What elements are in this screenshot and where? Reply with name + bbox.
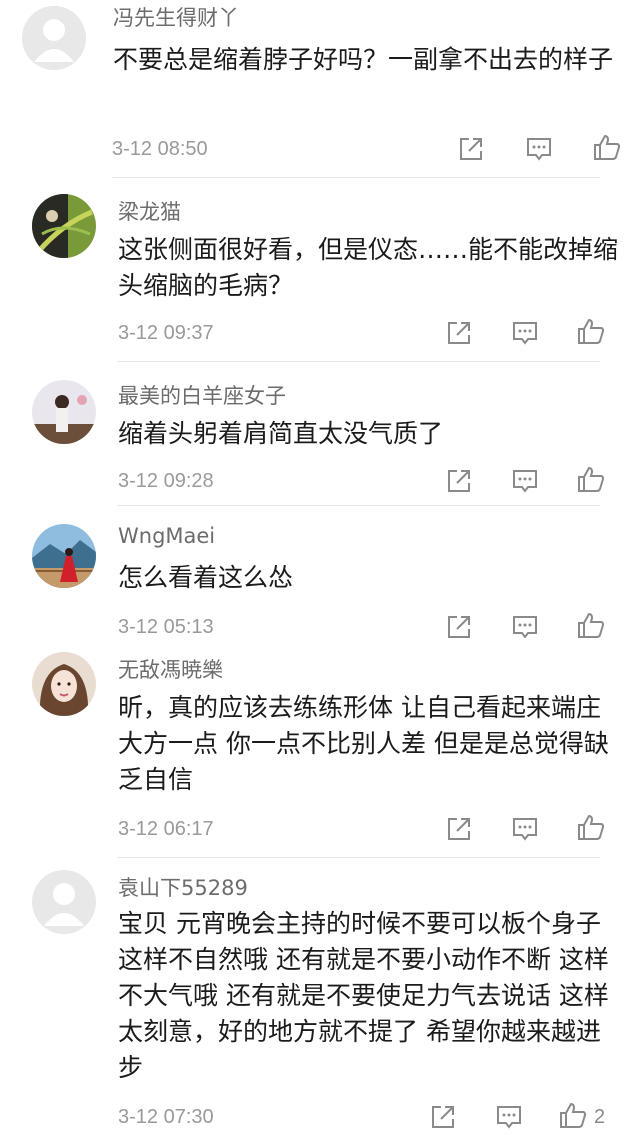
default-avatar-icon <box>22 6 86 70</box>
avatar[interactable] <box>32 380 96 444</box>
like-button[interactable] <box>558 1100 588 1130</box>
comment-text: 不要总是缩着脖子好吗？一副拿不出去的样子 <box>113 45 614 74</box>
reply-button[interactable] <box>494 1102 524 1132</box>
reply-button[interactable] <box>510 318 540 348</box>
reply-icon <box>527 138 551 161</box>
reply-icon <box>513 470 537 493</box>
comment-text: 宝贝 元宵晚会主持的时候不要可以板个身子 这样不自然哦 还有就是不要小动作不断 … <box>118 909 609 1082</box>
comment-text: 昕，真的应该去练练形体 让自己看起来端庄大方一点 你一点不比别人差 但是是总觉得… <box>118 693 609 794</box>
comment-username[interactable]: 梁龙猫 <box>118 196 181 226</box>
thumbs-up-icon <box>594 134 621 160</box>
reply-button[interactable] <box>524 134 554 164</box>
comment-item: 梁龙猫 这张侧面很好看，但是仪态……能不能改掉缩头缩脑的毛病？ 3-12 09:… <box>0 178 640 362</box>
like-button[interactable] <box>576 316 606 346</box>
user-photo-icon <box>32 380 96 444</box>
share-icon <box>432 1106 454 1128</box>
share-button[interactable] <box>444 612 474 638</box>
thumbs-up-icon <box>578 466 605 492</box>
comment-username[interactable]: 袁山下55289 <box>118 872 248 902</box>
thumbs-up-icon <box>560 1102 587 1128</box>
comment-item: 冯先生得财丫 不要总是缩着脖子好吗？一副拿不出去的样子 3-12 08:50 <box>0 0 640 178</box>
avatar[interactable] <box>32 652 96 716</box>
like-button[interactable] <box>576 812 606 842</box>
share-icon <box>448 322 470 344</box>
avatar[interactable] <box>22 6 86 70</box>
comment-time: 3-12 05:13 <box>118 616 214 638</box>
share-button[interactable] <box>444 318 474 348</box>
comment-time: 3-12 06:17 <box>118 818 214 840</box>
reply-button[interactable] <box>510 814 540 844</box>
reply-icon <box>497 1106 521 1129</box>
default-avatar-icon <box>32 870 96 934</box>
like-button[interactable] <box>576 464 606 494</box>
share-icon <box>448 616 470 638</box>
comment-text: 怎么看着这么怂 <box>118 563 294 592</box>
reply-icon <box>513 322 537 345</box>
comment-text: 这张侧面很好看，但是仪态……能不能改掉缩头缩脑的毛病？ <box>118 235 619 300</box>
avatar[interactable] <box>32 194 96 258</box>
comment-username[interactable]: 冯先生得财丫 <box>113 2 239 32</box>
reply-button[interactable] <box>510 612 540 638</box>
share-icon <box>448 470 470 492</box>
comment-time: 3-12 09:37 <box>118 322 214 344</box>
comment-item: 袁山下55289 宝贝 元宵晚会主持的时候不要可以板个身子 这样不自然哦 还有就… <box>0 858 640 1135</box>
share-icon <box>448 818 470 840</box>
share-button[interactable] <box>428 1102 458 1132</box>
user-photo-icon <box>32 652 96 716</box>
user-photo-icon <box>32 524 96 588</box>
reply-icon <box>513 616 537 638</box>
thumbs-up-icon <box>578 318 605 344</box>
avatar[interactable] <box>32 524 96 588</box>
user-photo-icon <box>32 194 96 258</box>
avatar[interactable] <box>32 870 96 934</box>
share-icon <box>460 138 482 160</box>
share-button[interactable] <box>456 134 486 164</box>
comment-time: 3-12 09:28 <box>118 470 214 492</box>
comment-item: 无敌馮暁樂 昕，真的应该去练练形体 让自己看起来端庄大方一点 你一点不比别人差 … <box>0 638 640 858</box>
comment-time: 3-12 08:50 <box>112 138 208 160</box>
like-count: 2 <box>594 1106 606 1128</box>
reply-icon <box>513 818 537 841</box>
comment-item: WngMaei 怎么看着这么怂 3-12 05:13 <box>0 506 640 638</box>
like-button[interactable] <box>576 610 606 638</box>
comment-username[interactable]: 最美的白羊座女子 <box>118 380 286 410</box>
comment-time: 3-12 07:30 <box>118 1106 214 1128</box>
comment-text: 缩着头躬着肩简直太没气质了 <box>118 419 444 448</box>
thumbs-up-icon <box>578 814 605 840</box>
reply-button[interactable] <box>510 466 540 496</box>
thumbs-up-icon <box>578 612 605 638</box>
comment-item: 最美的白羊座女子 缩着头躬着肩简直太没气质了 3-12 09:28 <box>0 362 640 506</box>
comment-username[interactable]: WngMaei <box>118 524 215 548</box>
like-button[interactable] <box>592 132 622 162</box>
share-button[interactable] <box>444 814 474 844</box>
share-button[interactable] <box>444 466 474 496</box>
comment-username[interactable]: 无敌馮暁樂 <box>118 654 223 684</box>
